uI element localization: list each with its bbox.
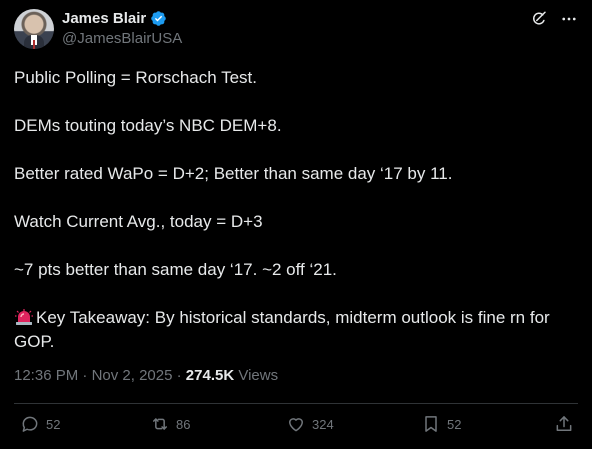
takeaway-line-2: GOP. [14,332,55,351]
author-display-name[interactable]: James Blair [62,10,146,27]
bookmark-icon [425,416,437,432]
siren-icon [14,308,34,326]
tweet-paragraph: ~7 pts better than same day ‘17. ~2 off … [14,260,337,279]
repost-count: 86 [176,416,191,432]
share-button[interactable] [554,414,574,434]
tweet-paragraph: DEMs touting today’s NBC DEM+8. [14,116,282,135]
avatar-tie [33,40,35,49]
views-label: Views [234,367,279,384]
share-icon [556,416,572,431]
author-name-row: James Blair [62,10,167,27]
grok-icon[interactable] [530,10,548,28]
tweet-takeaway: Key Takeaway: By historical standards, m… [14,306,578,354]
divider [14,403,578,404]
author-handle[interactable]: @JamesBlairUSA [62,30,182,47]
bookmark-button[interactable]: 52 [421,414,461,434]
tweet-body: Public Polling = Rorschach Test. DEMs to… [14,66,578,354]
like-button[interactable]: 324 [286,414,334,434]
action-bar: 52 86 324 52 [0,414,592,440]
more-icon[interactable] [560,10,578,28]
reply-icon [22,416,38,432]
bookmark-count: 52 [447,416,462,432]
takeaway-line-1: Key Takeaway: By historical standards, m… [36,308,550,327]
heart-icon [289,418,303,432]
like-count: 324 [312,416,334,432]
meta-separator: · [172,367,186,384]
repost-icon [153,418,167,430]
repost-button[interactable]: 86 [150,414,190,434]
reply-count: 52 [46,416,61,432]
tweet-paragraph: Watch Current Avg., today = D+3 [14,212,263,231]
meta-separator: · [78,367,92,384]
verified-badge-icon [150,10,167,27]
tweet-meta: 12:36 PM · Nov 2, 2025 · 274.5K Views [14,367,278,384]
tweet-paragraph: Public Polling = Rorschach Test. [14,68,258,87]
header-actions [530,10,578,28]
views-count: 274.5K [185,367,235,384]
tweet-paragraph: Better rated WaPo = D+2; Better than sam… [14,164,453,183]
tweet-time[interactable]: 12:36 PM [14,367,78,384]
avatar[interactable] [14,9,54,49]
tweet-date[interactable]: Nov 2, 2025 [92,367,173,384]
reply-button[interactable]: 52 [20,414,60,434]
